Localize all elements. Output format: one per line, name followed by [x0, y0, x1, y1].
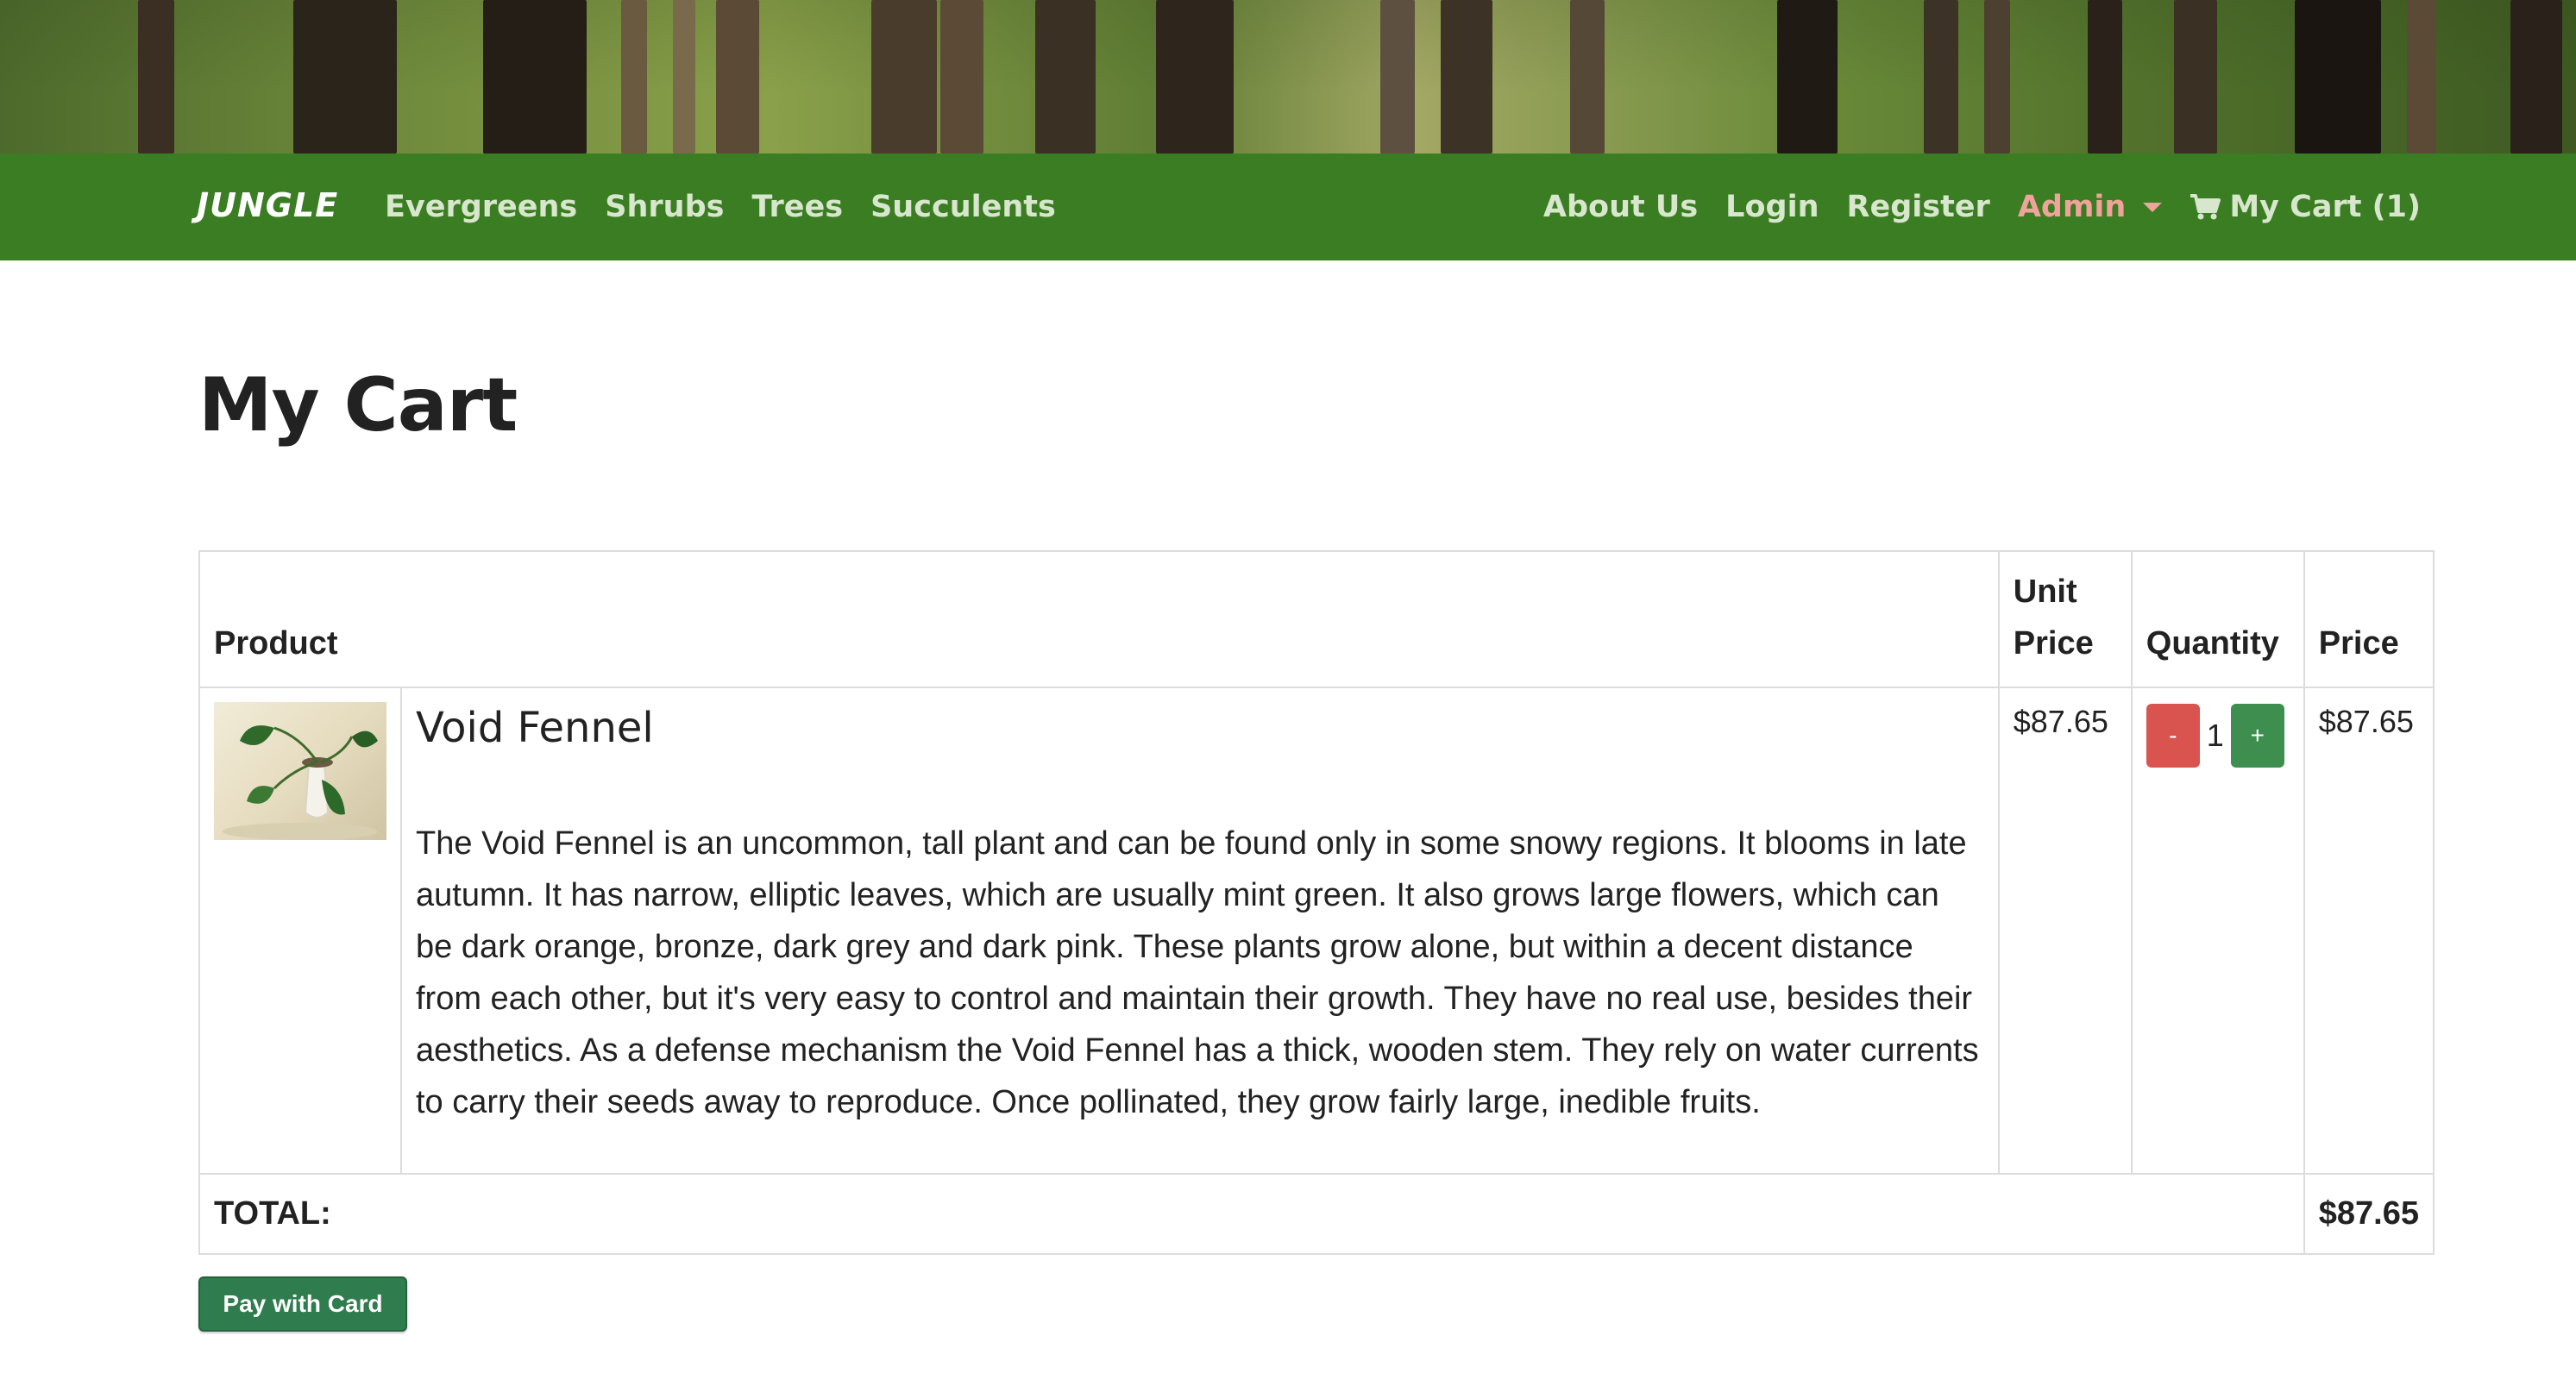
increase-quantity-button[interactable]: +	[2230, 704, 2284, 768]
nav-evergreens[interactable]: Evergreens	[385, 190, 577, 224]
quantity-value: 1	[2206, 718, 2224, 753]
total-row: TOTAL: $87.65	[198, 1173, 2435, 1255]
line-price-cell: $87.65	[2303, 687, 2435, 1175]
header-product: Product	[198, 550, 2000, 688]
header-price: Price	[2303, 550, 2435, 688]
quantity-cell: - 1 +	[2130, 687, 2305, 1175]
page-title: My Cart	[198, 362, 518, 448]
account-nav: About Us Login Register Admin My Cart (1…	[1543, 190, 2421, 224]
admin-label: Admin	[2017, 190, 2127, 224]
total-value: $87.65	[2303, 1173, 2435, 1255]
cart-item-row: Void Fennel The Void Fennel is an uncomm…	[198, 687, 2435, 1175]
brand-logo[interactable]: JUNGLE	[197, 186, 338, 224]
main-navbar: JUNGLE Evergreens Shrubs Trees Succulent…	[0, 154, 2576, 260]
table-header-row: Product Unit Price Quantity Price	[198, 550, 2435, 688]
nav-login[interactable]: Login	[1725, 190, 1819, 224]
nav-shrubs[interactable]: Shrubs	[605, 190, 724, 224]
quantity-stepper: - 1 +	[2146, 704, 2290, 768]
product-name[interactable]: Void Fennel	[416, 704, 1984, 752]
product-image[interactable]	[214, 702, 386, 840]
category-nav: Evergreens Shrubs Trees Succulents	[385, 190, 1056, 224]
product-description-cell: Void Fennel The Void Fennel is an uncomm…	[400, 687, 2000, 1175]
nav-about-us[interactable]: About Us	[1543, 190, 1698, 224]
shopping-cart-icon	[2190, 194, 2221, 220]
nav-register[interactable]: Register	[1847, 190, 1990, 224]
caret-down-icon	[2143, 202, 2163, 212]
total-label: TOTAL:	[198, 1173, 2305, 1255]
header-unit-price: Unit Price	[1997, 550, 2133, 688]
product-description: The Void Fennel is an uncommon, tall pla…	[416, 825, 1979, 1120]
unit-price-cell: $87.65	[1997, 687, 2133, 1175]
plant-pot-illustration	[223, 725, 378, 840]
nav-trees[interactable]: Trees	[751, 190, 843, 224]
product-image-cell	[198, 687, 402, 1175]
cart-label: My Cart (1)	[2229, 190, 2421, 224]
header-quantity: Quantity	[2130, 550, 2305, 688]
cart-table: Product Unit Price Quantity Price Void F…	[198, 550, 2435, 1255]
my-cart-link[interactable]: My Cart (1)	[2190, 190, 2421, 224]
forest-banner	[0, 0, 2576, 154]
decrease-quantity-button[interactable]: -	[2146, 704, 2200, 768]
nav-succulents[interactable]: Succulents	[870, 190, 1056, 224]
pay-with-card-button[interactable]: Pay with Card	[198, 1276, 407, 1332]
admin-dropdown[interactable]: Admin	[2018, 190, 2163, 224]
